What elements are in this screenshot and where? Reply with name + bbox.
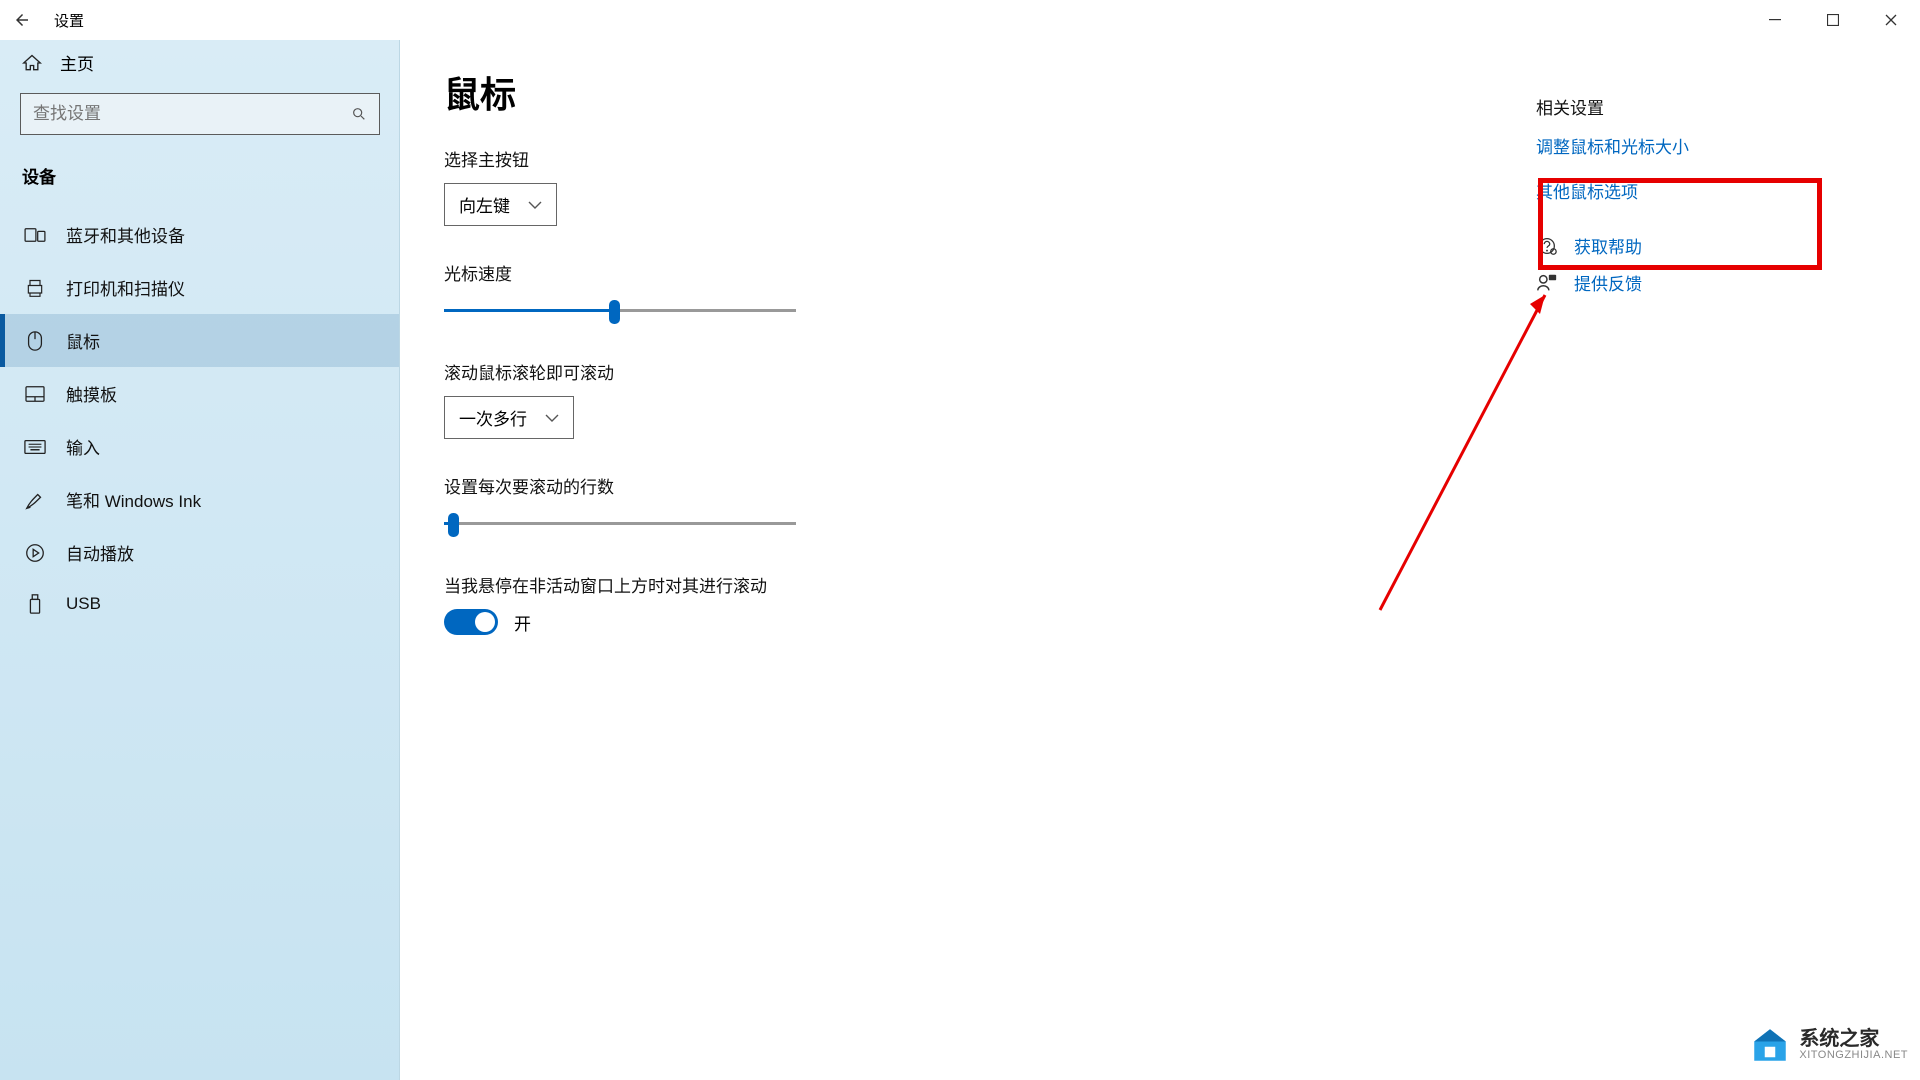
nav-label: 打印机和扫描仪 (66, 275, 185, 300)
window-title: 设置 (54, 10, 84, 31)
cursor-speed-label: 光标速度 (444, 260, 1264, 285)
nav-label: 输入 (66, 434, 100, 459)
link-other-mouse-options[interactable]: 其他鼠标选项 (1536, 178, 1876, 203)
home-label: 主页 (60, 50, 94, 75)
slider-track (444, 522, 796, 525)
watermark-logo-icon (1749, 1024, 1791, 1066)
maximize-button[interactable] (1804, 0, 1862, 40)
nav-label: 鼠标 (66, 328, 100, 353)
pen-icon (24, 489, 46, 511)
section-title: 设备 (22, 163, 380, 188)
hover-scroll-toggle-row: 开 (444, 609, 1264, 635)
nav-label: 蓝牙和其他设备 (66, 222, 185, 247)
scroll-lines-group: 设置每次要滚动的行数 (444, 473, 1264, 538)
primary-button-dropdown[interactable]: 向左键 (444, 183, 557, 226)
feedback-icon (1536, 272, 1558, 294)
watermark-line1: 系统之家 (1799, 1029, 1908, 1049)
titlebar: 设置 (0, 0, 1920, 40)
hover-scroll-group: 当我悬停在非活动窗口上方时对其进行滚动 开 (444, 572, 1264, 635)
bluetooth-devices-icon (24, 224, 46, 246)
mouse-icon (24, 330, 46, 352)
hover-scroll-label: 当我悬停在非活动窗口上方时对其进行滚动 (444, 572, 1264, 597)
hover-scroll-state: 开 (514, 610, 531, 635)
settings-content: 鼠标 选择主按钮 向左键 光标速度 滚动鼠标滚轮即可滚动 (444, 66, 1264, 1054)
nav-item-pen[interactable]: 笔和 Windows Ink (0, 473, 400, 526)
slider-track-fill (444, 309, 613, 312)
minimize-button[interactable] (1746, 0, 1804, 40)
nav-label: 自动播放 (66, 540, 134, 565)
main-area: 鼠标 选择主按钮 向左键 光标速度 滚动鼠标滚轮即可滚动 (400, 40, 1920, 1080)
get-help-label: 获取帮助 (1574, 233, 1642, 258)
nav-item-autoplay[interactable]: 自动播放 (0, 526, 400, 579)
back-arrow-icon (13, 11, 31, 29)
nav-list: 蓝牙和其他设备 打印机和扫描仪 鼠标 触摸板 输入 笔和 Windows Ink (0, 208, 400, 629)
help-icon (1536, 235, 1558, 257)
watermark-line2: XITONGZHIJIA.NET (1799, 1049, 1908, 1061)
give-feedback-label: 提供反馈 (1574, 270, 1642, 295)
related-settings-panel: 相关设置 调整鼠标和光标大小 其他鼠标选项 获取帮助 提供反馈 (1536, 66, 1876, 1054)
minimize-icon (1769, 14, 1781, 26)
slider-thumb[interactable] (609, 300, 620, 324)
scroll-mode-group: 滚动鼠标滚轮即可滚动 一次多行 (444, 359, 1264, 439)
link-adjust-cursor-size[interactable]: 调整鼠标和光标大小 (1536, 133, 1876, 158)
get-help-link[interactable]: 获取帮助 (1536, 233, 1876, 258)
nav-label: 触摸板 (66, 381, 117, 406)
search-box[interactable] (20, 93, 380, 135)
keyboard-icon (24, 436, 46, 458)
sidebar: 主页 设备 蓝牙和其他设备 打印机和扫描仪 鼠标 触 (0, 40, 400, 1080)
home-icon (22, 53, 42, 73)
scroll-lines-slider[interactable] (444, 510, 796, 538)
scroll-mode-value: 一次多行 (459, 405, 527, 430)
cursor-speed-group: 光标速度 (444, 260, 1264, 325)
nav-label: 笔和 Windows Ink (66, 487, 201, 512)
watermark: 系统之家 XITONGZHIJIA.NET (1749, 1024, 1908, 1066)
nav-label: USB (66, 594, 101, 614)
home-navigation[interactable]: 主页 (20, 40, 380, 93)
chevron-down-icon (545, 413, 559, 423)
close-icon (1885, 14, 1897, 26)
touchpad-icon (24, 383, 46, 405)
nav-item-typing[interactable]: 输入 (0, 420, 400, 473)
hover-scroll-toggle[interactable] (444, 609, 498, 635)
back-button[interactable] (6, 4, 38, 36)
primary-button-label: 选择主按钮 (444, 146, 1264, 171)
give-feedback-link[interactable]: 提供反馈 (1536, 270, 1876, 295)
page-title: 鼠标 (444, 66, 1264, 118)
scroll-mode-dropdown[interactable]: 一次多行 (444, 396, 574, 439)
chevron-down-icon (528, 200, 542, 210)
autoplay-icon (24, 542, 46, 564)
primary-button-group: 选择主按钮 向左键 (444, 146, 1264, 226)
primary-button-value: 向左键 (459, 192, 510, 217)
scroll-mode-label: 滚动鼠标滚轮即可滚动 (444, 359, 1264, 384)
search-input[interactable] (33, 104, 351, 124)
scroll-lines-label: 设置每次要滚动的行数 (444, 473, 1264, 498)
search-icon (351, 106, 367, 122)
nav-item-bluetooth[interactable]: 蓝牙和其他设备 (0, 208, 400, 261)
close-button[interactable] (1862, 0, 1920, 40)
window-controls (1746, 0, 1920, 40)
printer-icon (24, 277, 46, 299)
slider-thumb[interactable] (448, 513, 459, 537)
nav-item-mouse[interactable]: 鼠标 (0, 314, 400, 367)
cursor-speed-slider[interactable] (444, 297, 796, 325)
nav-item-printers[interactable]: 打印机和扫描仪 (0, 261, 400, 314)
maximize-icon (1827, 14, 1839, 26)
nav-item-touchpad[interactable]: 触摸板 (0, 367, 400, 420)
related-settings-title: 相关设置 (1536, 94, 1876, 119)
usb-icon (24, 593, 46, 615)
nav-item-usb[interactable]: USB (0, 579, 400, 629)
